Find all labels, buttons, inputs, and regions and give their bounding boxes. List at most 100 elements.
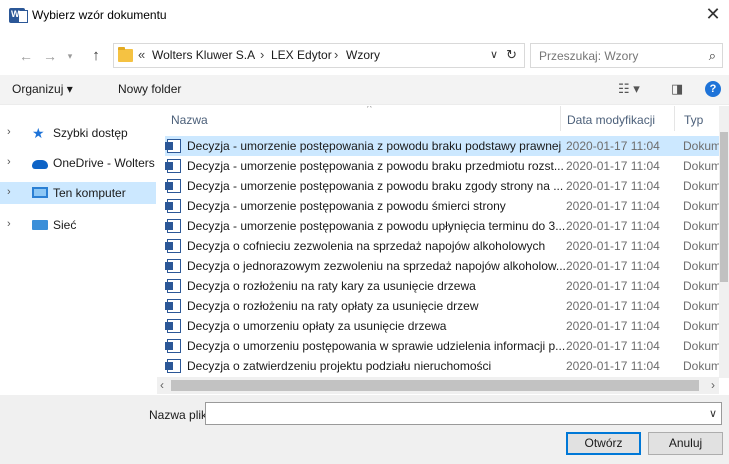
table-row[interactable]: Decyzja o zatwierdzeniu projektu podział… — [165, 356, 725, 376]
word-document-icon — [165, 299, 181, 313]
breadcrumb-separator[interactable]: › — [334, 47, 338, 62]
address-bar[interactable]: « Wolters Kluwer S.A › LEX Edytor › Wzor… — [113, 43, 525, 68]
file-date: 2020-01-17 11:04 — [566, 139, 660, 153]
breadcrumb-overflow[interactable]: « — [138, 47, 145, 62]
close-icon[interactable]: ✕ — [705, 5, 721, 23]
table-row[interactable]: Decyzja o cofnieciu zezwolenia na sprzed… — [165, 236, 725, 256]
back-arrow-icon[interactable]: ← — [18, 47, 34, 65]
file-date: 2020-01-17 11:04 — [566, 319, 660, 333]
file-type: Dokum — [683, 159, 722, 173]
file-type: Dokum — [683, 299, 722, 313]
column-divider[interactable] — [674, 106, 675, 131]
file-type: Dokum — [683, 259, 722, 273]
file-type: Dokum — [683, 359, 722, 373]
breadcrumb-wolters[interactable]: Wolters Kluwer S.A — [152, 48, 255, 62]
column-header-name[interactable]: Nazwa — [171, 113, 208, 127]
scroll-right-icon[interactable]: › — [711, 378, 715, 392]
network-icon — [32, 220, 48, 230]
nav-item-network[interactable]: › Sieć — [0, 214, 156, 236]
scroll-left-icon[interactable]: ‹ — [160, 378, 164, 392]
search-icon: ⌕ — [708, 48, 716, 63]
search-input[interactable]: Przeszukaj: Wzory ⌕ — [530, 43, 723, 68]
file-name: Decyzja o umorzeniu postępowania w spraw… — [187, 339, 566, 353]
word-document-icon — [165, 219, 181, 233]
file-name: Decyzja o cofnieciu zezwolenia na sprzed… — [187, 239, 546, 253]
file-date: 2020-01-17 11:04 — [566, 359, 660, 373]
column-divider[interactable] — [560, 106, 561, 131]
horizontal-scrollbar[interactable]: ‹ › — [157, 377, 719, 394]
breadcrumb-lex-edytor[interactable]: LEX Edytor — [271, 48, 332, 62]
folder-icon — [118, 47, 133, 62]
file-name: Decyzja - umorzenie postępowania z powod… — [187, 179, 564, 193]
word-document-icon — [165, 359, 181, 373]
chevron-down-icon[interactable]: ∨ — [490, 48, 498, 61]
file-name: Decyzja o jednorazowym zezwoleniu na spr… — [187, 259, 566, 273]
nav-label: Ten komputer — [53, 186, 126, 200]
organize-button[interactable]: Organizuj ▾ — [12, 82, 73, 96]
title-bar: W Wybierz wzór dokumentu ✕ — [0, 0, 729, 31]
preview-pane-icon[interactable]: ◨ — [671, 81, 683, 97]
file-name-field[interactable]: ∨ — [205, 402, 722, 425]
vertical-scroll-thumb[interactable] — [720, 132, 728, 282]
address-row: ← → ▾ ↑ « Wolters Kluwer S.A › LEX Edyto… — [0, 43, 729, 69]
vertical-scrollbar[interactable] — [719, 106, 729, 378]
word-document-icon — [165, 199, 181, 213]
word-document-icon — [165, 179, 181, 193]
chevron-right-icon[interactable]: › — [7, 156, 11, 168]
file-date: 2020-01-17 11:04 — [566, 219, 660, 233]
table-row[interactable]: Decyzja - umorzenie postępowania z powod… — [165, 156, 725, 176]
table-row[interactable]: Decyzja o rozłożeniu na raty kary za usu… — [165, 276, 725, 296]
command-toolbar: Organizuj ▾ Nowy folder ☷ ▾ ◨ ? — [0, 75, 729, 105]
chevron-down-icon[interactable]: ∨ — [709, 407, 717, 420]
help-icon[interactable]: ? — [705, 81, 721, 97]
file-name: Decyzja - umorzenie postępowania z powod… — [187, 159, 564, 173]
nav-item-quick-access[interactable]: › ★ Szybki dostęp — [0, 122, 156, 144]
column-header-row: ^ Nazwa Data modyfikacji Typ — [157, 106, 729, 131]
recent-dropdown-icon[interactable]: ▾ — [62, 47, 78, 65]
table-row[interactable]: Decyzja o umorzeniu postępowania w spraw… — [165, 336, 725, 356]
table-row[interactable]: Decyzja - umorzenie postępowania z powod… — [165, 136, 725, 156]
table-row[interactable]: Decyzja - umorzenie postępowania z powod… — [165, 216, 725, 236]
file-name: Decyzja - umorzenie postępowania z powod… — [187, 219, 566, 233]
nav-item-this-pc[interactable]: › Ten komputer — [0, 182, 156, 204]
window-title: Wybierz wzór dokumentu — [32, 8, 167, 22]
chevron-right-icon[interactable]: › — [7, 186, 11, 198]
view-options-icon[interactable]: ☷ ▾ — [618, 81, 640, 97]
table-row[interactable]: Decyzja o jednorazowym zezwoleniu na spr… — [165, 256, 725, 276]
breadcrumb-separator[interactable]: › — [260, 47, 264, 62]
up-arrow-icon[interactable]: ↑ — [88, 47, 104, 65]
word-document-icon — [165, 159, 181, 173]
sort-ascending-icon: ^ — [367, 106, 372, 114]
search-placeholder: Przeszukaj: Wzory — [539, 49, 639, 63]
file-type: Dokum — [683, 219, 722, 233]
chevron-right-icon[interactable]: › — [7, 218, 11, 230]
new-folder-button[interactable]: Nowy folder — [118, 82, 181, 96]
file-type: Dokum — [683, 179, 722, 193]
horizontal-scroll-thumb[interactable] — [171, 380, 699, 391]
file-date: 2020-01-17 11:04 — [566, 179, 660, 193]
forward-arrow-icon[interactable]: → — [42, 47, 58, 65]
refresh-icon[interactable]: ↻ — [506, 47, 517, 63]
star-icon: ★ — [32, 125, 45, 141]
table-row[interactable]: Decyzja o umorzeniu opłaty za usunięcie … — [165, 316, 725, 336]
word-document-icon — [165, 279, 181, 293]
file-date: 2020-01-17 11:04 — [566, 259, 660, 273]
table-row[interactable]: Decyzja - umorzenie postępowania z powod… — [165, 176, 725, 196]
nav-label: OneDrive - Wolters — [53, 156, 155, 170]
column-header-type[interactable]: Typ — [684, 113, 703, 127]
file-type: Dokum — [683, 139, 722, 153]
table-row[interactable]: Decyzja - umorzenie postępowania z powod… — [165, 196, 725, 216]
table-row[interactable]: Decyzja o rozłożeniu na raty opłaty za u… — [165, 296, 725, 316]
file-date: 2020-01-17 11:04 — [566, 199, 660, 213]
cancel-button[interactable]: Anuluj — [648, 432, 723, 455]
file-name: Decyzja o rozłożeniu na raty kary za usu… — [187, 279, 476, 293]
file-type: Dokum — [683, 319, 722, 333]
open-button[interactable]: Otwórz — [566, 432, 641, 455]
file-name: Decyzja o umorzeniu opłaty za usunięcie … — [187, 319, 447, 333]
file-date: 2020-01-17 11:04 — [566, 279, 660, 293]
column-header-date[interactable]: Data modyfikacji — [567, 113, 655, 127]
breadcrumb-wzory[interactable]: Wzory — [346, 48, 380, 62]
nav-item-onedrive[interactable]: › OneDrive - Wolters — [0, 152, 156, 174]
file-type: Dokum — [683, 279, 722, 293]
chevron-right-icon[interactable]: › — [7, 126, 11, 138]
